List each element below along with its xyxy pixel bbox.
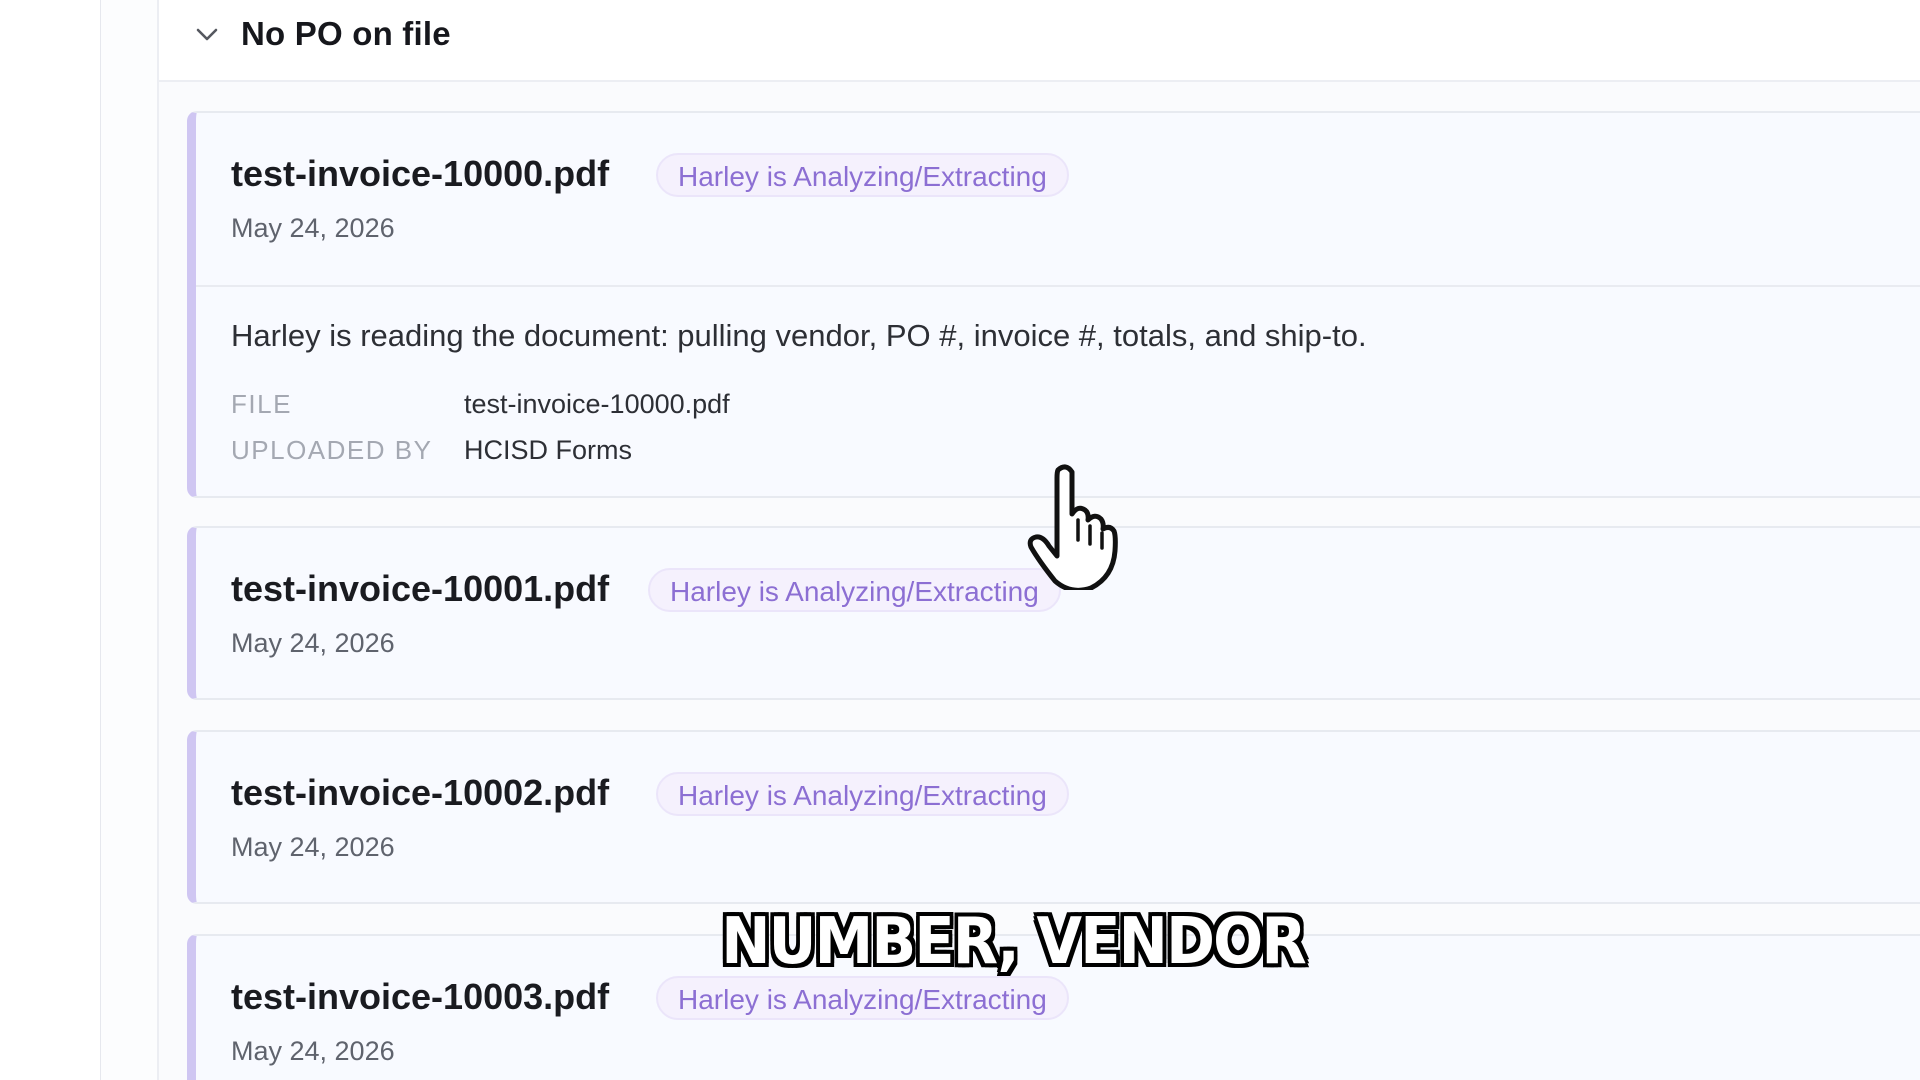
video-caption: NUMBER, VENDOR [721,905,1306,979]
chevron-down-icon[interactable] [193,20,221,48]
uploaded-by-label: UPLOADED BY [231,435,433,465]
file-label: FILE [231,389,292,419]
status-badge: Harley is Analyzing/Extracting [648,568,1061,612]
app-screen: No PO on file test-invoice-10000.pdf Har… [0,0,1920,1080]
card-divider [196,285,1920,287]
file-value: test-invoice-10000.pdf [464,389,730,419]
invoice-filename: test-invoice-10001.pdf [231,568,610,609]
invoice-card[interactable]: test-invoice-10002.pdf Harley is Analyzi… [187,730,1920,904]
status-badge: Harley is Analyzing/Extracting [656,976,1069,1020]
invoice-date: May 24, 2026 [231,213,395,243]
status-badge: Harley is Analyzing/Extracting [656,153,1069,197]
section-title: No PO on file [241,15,451,52]
uploaded-by-value: HCISD Forms [464,435,632,465]
invoice-date: May 24, 2026 [231,1036,395,1066]
invoice-date: May 24, 2026 [231,628,395,658]
invoice-description: Harley is reading the document: pulling … [231,318,1367,353]
invoice-filename: test-invoice-10000.pdf [231,153,610,194]
left-gutter [0,0,101,1080]
section-header[interactable]: No PO on file [159,0,1920,82]
invoice-filename: test-invoice-10002.pdf [231,772,610,813]
invoice-card[interactable]: test-invoice-10000.pdf Harley is Analyzi… [187,111,1920,498]
hand-pointer-icon [1027,464,1118,590]
invoice-filename: test-invoice-10003.pdf [231,976,610,1017]
invoice-date: May 24, 2026 [231,832,395,862]
status-badge: Harley is Analyzing/Extracting [656,772,1069,816]
